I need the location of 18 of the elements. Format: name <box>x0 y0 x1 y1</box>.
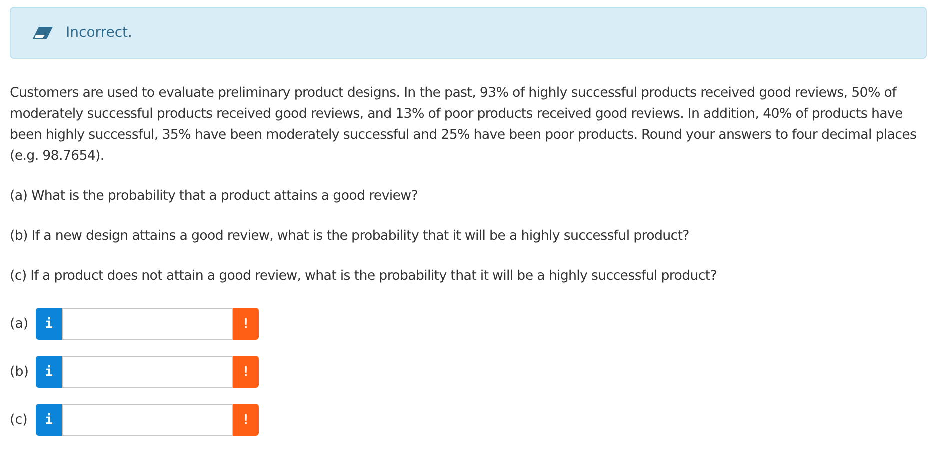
question-text: (b) If a new design attains a good review, what is the probability that it will be a highly successful product? <box>10 228 690 246</box>
feedback-message: Incorrect. <box>66 25 132 41</box>
info-button[interactable]: i <box>36 404 62 436</box>
eraser-icon <box>33 27 53 39</box>
answer-label: (c) <box>10 412 29 428</box>
answer-field[interactable] <box>62 308 233 340</box>
answer-field[interactable] <box>62 356 233 388</box>
problem-text: Customers are used to evaluate preliminary product designs. In the past, 93% of highly successful products received good reviews, 50% of moderately successful products received good reviews, and 13% of poor products received good reviews. In addition, 40% of products have been highly successful, 35% have been moderately successful and 25% have been poor products. Round your answers to four decimal places (e.g. 98.7654). <box>10 85 918 166</box>
answer-label: (a) <box>10 316 30 332</box>
question-text: (c) If a product does not attain a good review, what is the probability that it will be a highly successful product? <box>10 268 718 286</box>
question-text: (a) What is the probability that a product attains a good review? <box>10 188 420 206</box>
info-button[interactable]: i <box>36 356 62 388</box>
answer-label: (b) <box>10 364 30 380</box>
info-button[interactable]: i <box>36 308 62 340</box>
warning-button[interactable]: ! <box>233 308 259 340</box>
answer-field[interactable] <box>62 404 233 436</box>
warning-button[interactable]: ! <box>233 404 259 436</box>
warning-button[interactable]: ! <box>233 356 259 388</box>
